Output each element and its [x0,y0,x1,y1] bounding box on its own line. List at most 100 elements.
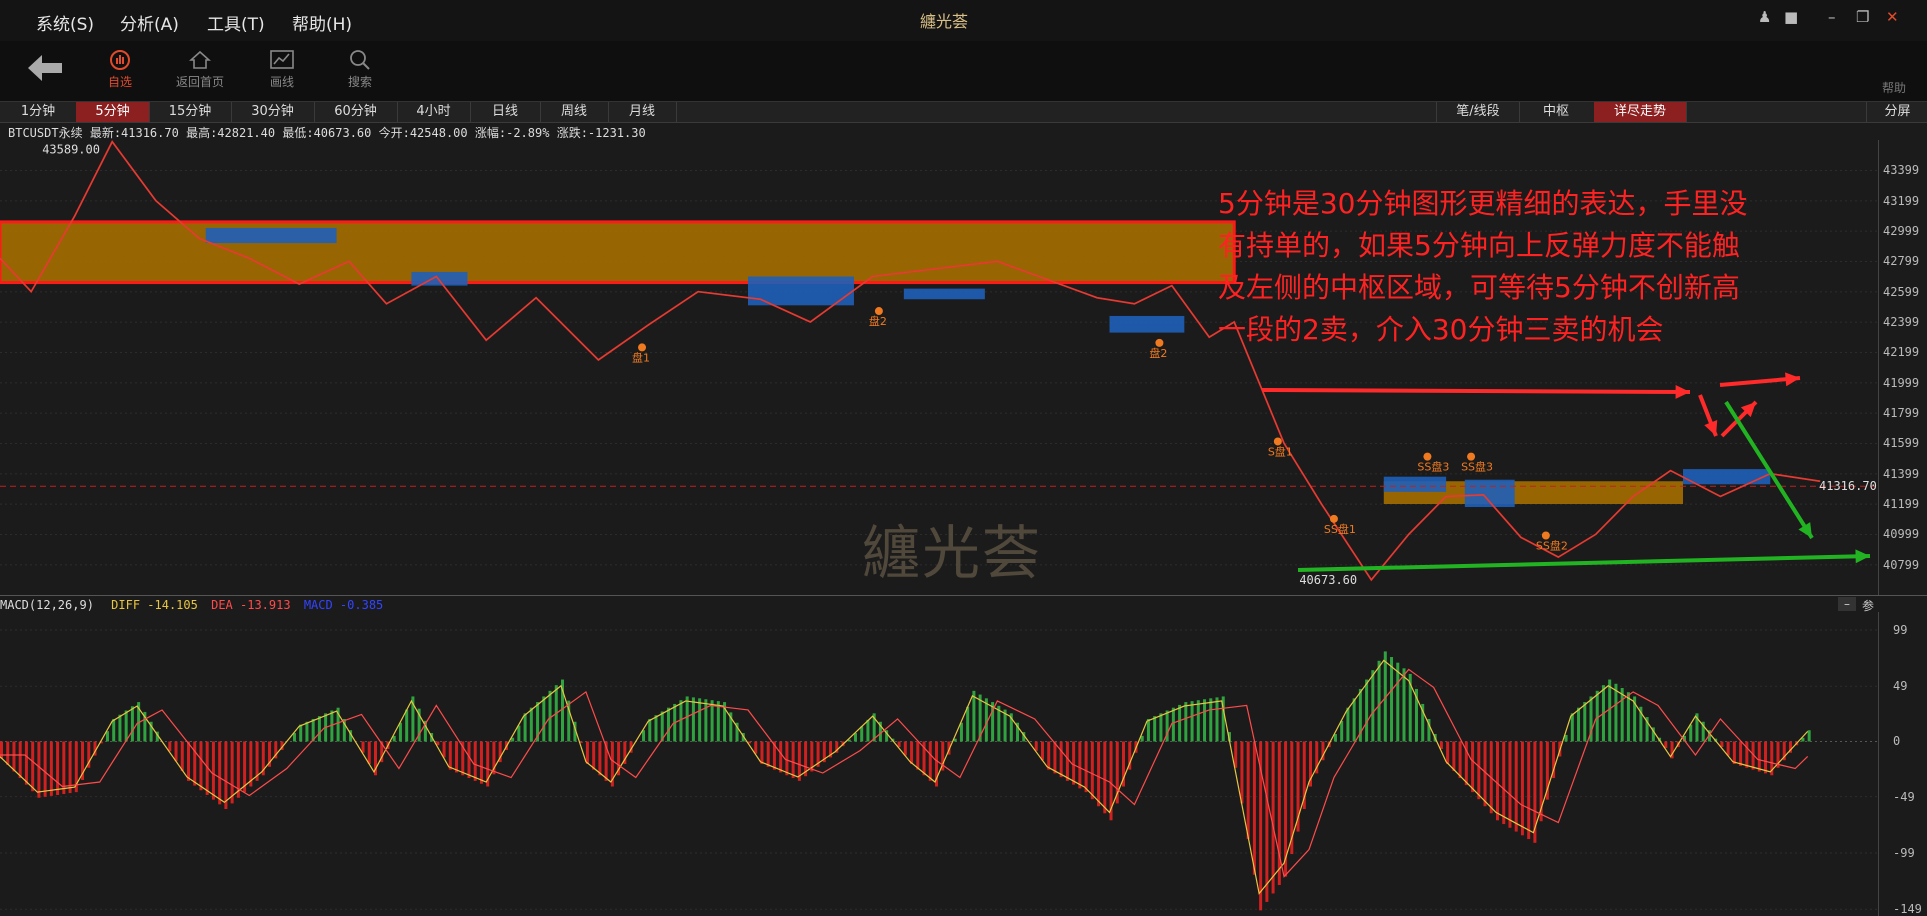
minimize-icon[interactable]: – [1828,8,1836,26]
close-icon[interactable]: ✕ [1886,8,1899,26]
tab-4hour[interactable]: 4小时 [397,102,471,122]
macd-bar [916,741,920,770]
back-arrow-icon[interactable] [28,53,64,87]
toolbar-home[interactable]: 返回首页 [168,47,232,90]
signal-label: SS盘2 [1536,539,1568,553]
macd-bar [1078,741,1082,789]
macd-bar [1745,741,1749,768]
macd-bar [1452,741,1456,772]
menu-help[interactable]: 帮助(H) [292,10,352,35]
signal-dot [1273,437,1282,446]
period-tab-bar: 1分钟 5分钟 15分钟 30分钟 60分钟 4小时 日线 周线 月线 笔/线段… [0,102,1927,123]
macd-chart[interactable] [0,612,1880,916]
toolbar-search[interactable]: 搜索 [328,47,392,90]
macd-bar [199,741,203,791]
macd-bar [24,741,28,785]
macd-bar [642,730,646,742]
signal-label: SS盘1 [1324,522,1356,536]
collapse-pane-button[interactable]: – [1838,597,1856,611]
macd-bar [1390,657,1394,742]
macd-bar [130,706,134,742]
macd-bar [1184,702,1188,742]
menu-analysis[interactable]: 分析(A) [120,10,179,35]
tab-weekly[interactable]: 周线 [540,102,609,122]
macd-bar [648,718,652,742]
tab-split-screen[interactable]: 分屏 [1866,102,1927,122]
macd-value: MACD -0.385 [303,598,384,612]
macd-bar [367,741,371,764]
signal-dot [1423,452,1432,461]
macd-bar [448,741,452,770]
toolbar-draw[interactable]: 画线 [250,47,314,90]
macd-bar [224,741,228,810]
up-target-arrow-head [1785,372,1800,387]
tab-30min[interactable]: 30分钟 [231,102,315,122]
tab-daily[interactable]: 日线 [470,102,541,122]
restore-icon[interactable]: ❐ [1856,8,1869,26]
macd-bar [1502,741,1506,825]
tab-stroke-segment[interactable]: 笔/线段 [1436,102,1520,122]
macd-bar [398,722,402,742]
macd-bar [1234,741,1238,768]
macd-bar [1178,704,1182,742]
macd-bar [1726,741,1730,756]
macd-bar [654,715,658,742]
macd-bar [698,698,702,742]
annotation-text: 5分钟是30分钟图形更精细的表达，手里没 有持单的，如果5分钟向上反弹力度不能触… [1218,183,1838,351]
signal-label: 盘2 [1149,346,1167,360]
macd-bar [1059,741,1063,778]
user-icon[interactable]: ♟ [1758,8,1771,26]
macd-bar [754,741,758,754]
tab-15min[interactable]: 15分钟 [149,102,232,122]
macd-bar [585,741,589,764]
sub-zhongshu-box [1683,469,1771,485]
tab-monthly[interactable]: 月线 [608,102,677,122]
signal-label: 盘1 [632,350,650,364]
tab-zhongshu[interactable]: 中枢 [1518,102,1595,122]
high-price-label: 43589.00 [42,143,100,157]
macd-dea-line [0,668,1809,878]
macd-bar [1620,688,1624,742]
price-tick-label: 42599 [1883,284,1920,299]
macd-bar [1240,741,1244,804]
tab-5min[interactable]: 5分钟 [76,102,150,122]
toolbar-watchlist[interactable]: 自选 [88,47,152,90]
quote-latest: 最新:41316.70 [89,126,179,140]
macd-bar [1446,741,1450,764]
macd-bar [1396,662,1400,742]
macd-bar [959,722,963,742]
tab-detailed-trend[interactable]: 详尽走势 [1594,102,1687,122]
search-icon [328,47,392,73]
signal-label: S盘1 [1268,444,1293,458]
macd-bar [685,696,689,742]
signal-label: SS盘3 [1461,460,1493,474]
help-link[interactable]: 帮助 [1882,79,1906,96]
macd-bar [704,699,708,742]
macd-bar [112,718,116,742]
macd-bar [910,741,914,764]
macd-bar [1739,741,1743,766]
macd-bar [1626,692,1630,742]
macd-bar [299,724,303,742]
shirt-icon[interactable]: ■ [1784,8,1798,26]
macd-bar [56,741,60,795]
macd-bar [473,741,477,781]
macd-bar [305,721,309,742]
macd-bar [1346,707,1350,742]
macd-bar [542,696,546,742]
macd-bar [180,741,184,772]
macd-bar [1595,690,1599,742]
macd-bar [710,700,714,742]
toolbar-label: 搜索 [347,75,372,89]
tab-60min[interactable]: 60分钟 [314,102,398,122]
tab-1min[interactable]: 1分钟 [0,102,77,122]
macd-bar [928,741,932,781]
macd-bar [1689,724,1693,742]
menu-system[interactable]: 系统(S) [36,10,94,35]
up-trend-arrow-head [1675,384,1690,399]
macd-bar [1352,698,1356,742]
macd-bar [1097,741,1101,807]
menu-tools[interactable]: 工具(T) [207,10,265,35]
quote-change-pct: 涨幅:-2.89% [474,126,550,140]
macd-bar [1577,707,1581,742]
